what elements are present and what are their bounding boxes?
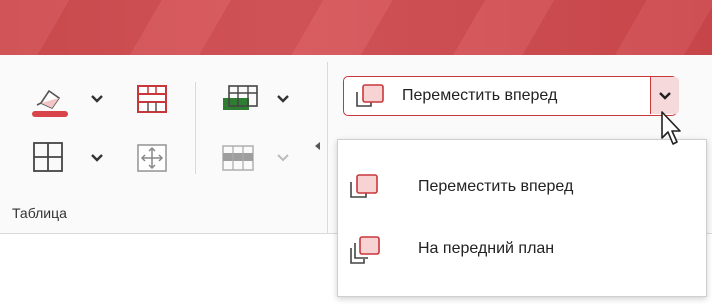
borders-grid-icon[interactable] (32, 141, 64, 173)
title-bar (0, 0, 712, 55)
table-style-icon (222, 145, 254, 171)
chevron-down-icon (659, 92, 671, 100)
move-table-icon[interactable] (136, 143, 168, 173)
menu-item-bring-to-front[interactable]: На передний план (338, 228, 706, 272)
menu-item-bring-forward[interactable]: Переместить вперед (338, 166, 706, 210)
insert-table-icon[interactable] (221, 84, 261, 114)
bring-forward-icon (356, 84, 384, 107)
arrange-dropdown-menu: Переместить вперед На передний план (337, 139, 707, 297)
chevron-down-icon[interactable] (89, 91, 105, 107)
bring-forward-icon (350, 174, 378, 198)
group-label-table: Таблица (12, 205, 67, 221)
bring-to-front-icon (350, 236, 380, 264)
table-borders-icon[interactable] (136, 84, 168, 114)
menu-item-label: На передний план (418, 240, 555, 257)
chevron-down-icon[interactable] (89, 150, 105, 166)
chevron-down-icon[interactable] (275, 91, 291, 107)
separator (327, 62, 328, 234)
bring-forward-label: Переместить вперед (402, 87, 558, 104)
mouse-cursor-icon (661, 111, 681, 145)
scroll-left-icon[interactable] (313, 140, 323, 152)
fill-color-icon[interactable] (30, 81, 70, 121)
menu-item-label: Переместить вперед (418, 178, 574, 195)
separator (195, 82, 196, 174)
bring-forward-button[interactable]: Переместить вперед (343, 76, 679, 116)
bring-forward-dropdown-button[interactable] (650, 77, 679, 114)
chevron-down-icon (277, 154, 289, 162)
